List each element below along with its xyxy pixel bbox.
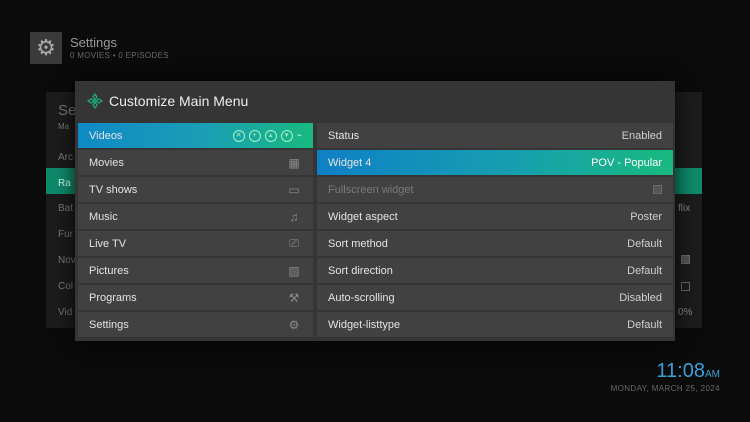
background-item: Fur — [58, 229, 73, 240]
option-sort-method[interactable]: Sort method Default — [317, 231, 673, 256]
option-label: Fullscreen widget — [328, 183, 414, 196]
menu-item-label: Videos — [89, 129, 123, 142]
menu-item-label: Pictures — [89, 264, 129, 277]
tools-icon: ⚒ — [288, 290, 300, 305]
menu-item-programs[interactable]: Programs ⚒ — [78, 285, 313, 310]
menu-item-live-tv[interactable]: Live TV ⎚ — [78, 231, 313, 256]
background-item: Ma — [58, 122, 70, 131]
menu-item-label: Movies — [89, 156, 124, 169]
background-item: Nov — [58, 255, 76, 266]
widget-icon: ⌁ — [296, 130, 302, 140]
background-right-item: 0% — [678, 307, 693, 318]
option-label: Widget 4 — [328, 156, 372, 169]
option-fullscreen-widget[interactable]: Fullscreen widget — [317, 177, 673, 202]
option-value: Default — [627, 264, 662, 277]
option-widget-aspect[interactable]: Widget aspect Poster — [317, 204, 673, 229]
film-icon: ▦ — [288, 155, 300, 170]
picture-icon: ▨ — [288, 263, 300, 278]
option-label: Status — [328, 129, 360, 142]
menu-item-label: Programs — [89, 291, 137, 304]
background-item: Arc — [58, 152, 73, 163]
menu-item-music[interactable]: Music ♫ — [78, 204, 313, 229]
menu-item-movies[interactable]: Movies ▦ — [78, 150, 313, 175]
clock-date: MONDAY, MARCH 25, 2024 — [610, 384, 720, 393]
background-checkbox — [681, 255, 690, 264]
customize-main-menu-dialog: Customize Main Menu Videos ✕ + ▴ ▾ ⌁ Mov… — [75, 81, 675, 341]
add-circle-icon: + — [248, 129, 261, 142]
dialog-header: Customize Main Menu — [75, 81, 675, 121]
option-label: Sort direction — [328, 264, 393, 277]
menu-item-label: Live TV — [89, 237, 127, 250]
option-label: Widget-listtype — [328, 318, 401, 331]
tv-icon: ▭ — [288, 182, 300, 197]
option-value: Default — [627, 318, 662, 331]
fullscreen-widget-checkbox[interactable] — [653, 185, 662, 194]
option-widget-listtype[interactable]: Widget-listtype Default — [317, 312, 673, 337]
menu-item-videos[interactable]: Videos ✕ + ▴ ▾ ⌁ — [78, 123, 313, 148]
option-value: Default — [627, 237, 662, 250]
settings-gear-icon: ⚙ — [30, 32, 62, 64]
background-item: Bat — [58, 203, 74, 214]
customize-icon — [87, 93, 103, 109]
menu-item-label: Music — [89, 210, 118, 223]
background-item: Se — [58, 102, 77, 119]
option-label: Auto-scrolling — [328, 291, 395, 304]
clock-ampm: AM — [705, 369, 720, 380]
clock-time: 11:08 — [656, 360, 705, 382]
menu-item-pictures[interactable]: Pictures ▨ — [78, 258, 313, 283]
option-label: Widget aspect — [328, 210, 398, 223]
menu-item-settings[interactable]: Settings ⚙ — [78, 312, 313, 337]
submenu-icons: ✕ + ▴ ▾ ⌁ — [232, 129, 302, 142]
option-value: Enabled — [621, 129, 662, 142]
menu-item-label: TV shows — [89, 183, 138, 196]
background-right-item: flix — [678, 203, 691, 214]
background-title: Settings — [70, 35, 117, 50]
option-label: Sort method — [328, 237, 388, 250]
widget-options-list: Status Enabled Widget 4 POV - Popular Fu… — [317, 123, 673, 339]
arrow-down-circle-icon: ▾ — [280, 129, 293, 142]
option-status[interactable]: Status Enabled — [317, 123, 673, 148]
background-checkbox — [681, 282, 690, 291]
background-subtitle: 0 MOVIES • 0 EPISODES — [70, 51, 169, 60]
arrow-up-circle-icon: ▴ — [264, 129, 277, 142]
option-value: POV - Popular — [591, 156, 662, 169]
antenna-tv-icon: ⎚ — [289, 236, 299, 250]
option-value: Disabled — [619, 291, 662, 304]
option-widget-4[interactable]: Widget 4 POV - Popular — [317, 150, 673, 175]
music-icon: ♫ — [289, 209, 299, 224]
menu-item-tv-shows[interactable]: TV shows ▭ — [78, 177, 313, 202]
close-circle-icon: ✕ — [232, 129, 245, 142]
gear-icon: ⚙ — [288, 317, 300, 332]
background-item: Ra — [58, 178, 71, 189]
option-sort-direction[interactable]: Sort direction Default — [317, 258, 673, 283]
background-highlight-right — [672, 168, 702, 194]
option-value: Poster — [630, 210, 662, 223]
option-auto-scrolling[interactable]: Auto-scrolling Disabled — [317, 285, 673, 310]
background-item: Col — [58, 281, 74, 292]
background-header: ⚙ Settings 0 MOVIES • 0 EPISODES — [30, 30, 169, 66]
dialog-title: Customize Main Menu — [109, 93, 249, 109]
background-item: Vid — [58, 307, 73, 318]
menu-item-label: Settings — [89, 318, 129, 331]
clock: 11:08AM MONDAY, MARCH 25, 2024 — [611, 360, 720, 393]
menu-items-list: Videos ✕ + ▴ ▾ ⌁ Movies ▦ TV shows ▭ Mus… — [78, 123, 313, 339]
